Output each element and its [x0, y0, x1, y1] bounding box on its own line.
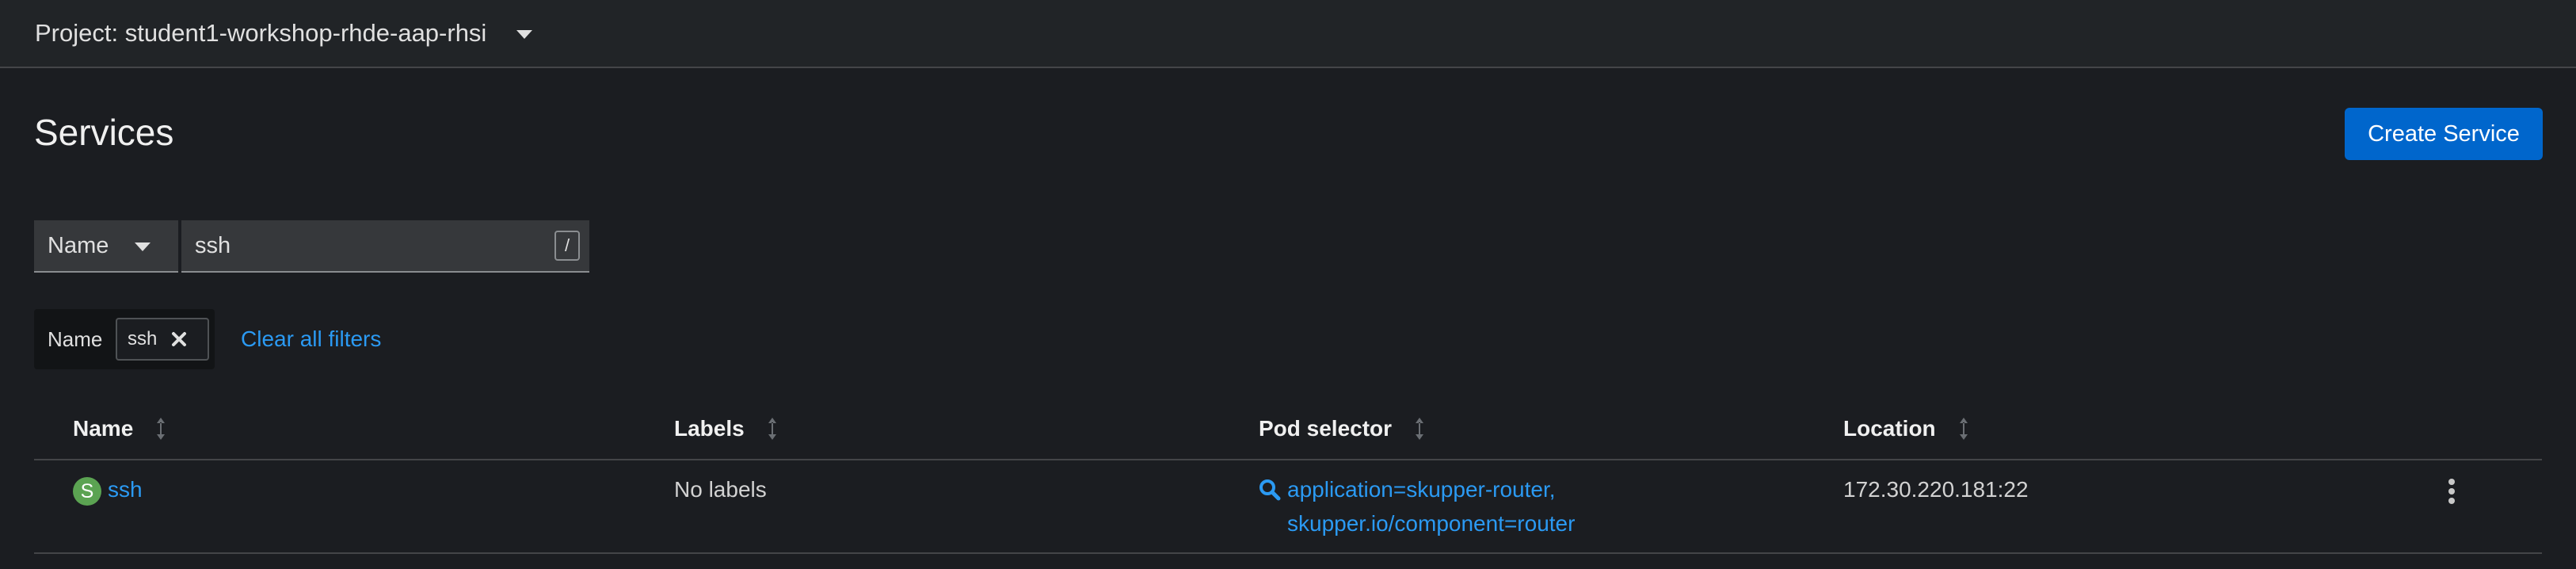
- search-icon: [1259, 479, 1281, 501]
- labels-cell: No labels: [674, 477, 767, 502]
- sort-icon[interactable]: [1414, 416, 1425, 441]
- pod-selector-link[interactable]: skupper.io/component=router: [1287, 511, 1575, 537]
- filter-type-select[interactable]: Name: [34, 220, 178, 273]
- column-header-label: Labels: [674, 416, 745, 441]
- active-filter-group: Name ssh: [34, 309, 215, 369]
- column-header-label: Location: [1843, 416, 1936, 441]
- clear-all-filters-link[interactable]: Clear all filters: [241, 327, 381, 352]
- keyboard-shortcut-hint: /: [554, 231, 580, 261]
- column-header-name[interactable]: Name: [73, 416, 166, 441]
- location-cell: 172.30.220.181:22: [1843, 477, 2029, 502]
- kebab-icon[interactable]: [2446, 478, 2457, 505]
- caret-down-icon[interactable]: [516, 29, 533, 39]
- table-divider: [34, 552, 2542, 554]
- project-selector[interactable]: Project: student1-workshop-rhde-aap-rhsi: [0, 0, 2576, 68]
- create-service-button[interactable]: Create Service: [2345, 108, 2543, 160]
- column-header-pod-selector[interactable]: Pod selector: [1259, 416, 1425, 441]
- filter-search-input[interactable]: [195, 232, 528, 259]
- filter-chip-label: ssh: [128, 328, 158, 349]
- filter-type-label: Name: [48, 232, 109, 258]
- column-header-location[interactable]: Location: [1843, 416, 1969, 441]
- table-divider: [34, 459, 2542, 460]
- service-resource-badge: S: [73, 477, 101, 506]
- sort-icon[interactable]: [155, 416, 166, 441]
- close-icon[interactable]: [168, 327, 190, 351]
- service-name-link[interactable]: ssh: [108, 477, 143, 502]
- pod-selector-link[interactable]: application=skupper-router,: [1287, 477, 1556, 502]
- sort-icon[interactable]: [1958, 416, 1969, 441]
- caret-down-icon: [135, 242, 151, 251]
- sort-icon[interactable]: [767, 416, 778, 441]
- filter-chip: ssh: [116, 318, 209, 361]
- page-title: Services: [34, 112, 174, 153]
- filter-input-container[interactable]: /: [181, 220, 589, 273]
- chip-group-category: Name: [48, 327, 103, 351]
- column-header-label: Name: [73, 416, 134, 441]
- column-header-labels[interactable]: Labels: [674, 416, 778, 441]
- column-header-label: Pod selector: [1259, 416, 1393, 441]
- project-selector-label: Project: student1-workshop-rhde-aap-rhsi: [35, 19, 487, 47]
